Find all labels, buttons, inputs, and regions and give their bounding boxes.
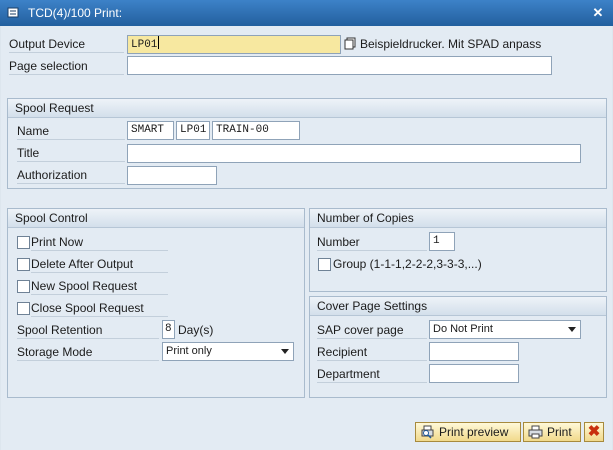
spool-control-group: Spool Control Print Now Delete After Out… — [7, 208, 305, 398]
print-label: Print — [547, 425, 572, 439]
authorization-label: Authorization — [17, 167, 125, 184]
number-label: Number — [317, 234, 427, 251]
department-field[interactable] — [429, 364, 519, 383]
print-button[interactable]: Print — [523, 422, 581, 442]
new-spool-request-label: New Spool Request — [31, 278, 168, 295]
print-preview-button[interactable]: Print preview — [415, 422, 521, 442]
sap-cover-page-dropdown[interactable]: Do Not Print — [429, 320, 581, 339]
copies-heading: Number of Copies — [310, 209, 606, 228]
spool-request-group: Spool Request Name SMART LP01 TRAIN-00 T… — [7, 98, 607, 189]
spool-name-label: Name — [17, 123, 125, 140]
output-device-label: Output Device — [9, 36, 124, 53]
recipient-field[interactable] — [429, 342, 519, 361]
dialog-body: Output Device LP01 Beispieldrucker. Mit … — [1, 26, 612, 450]
copies-group: Number of Copies Number 1 Group (1-1-1,2… — [309, 208, 607, 292]
spool-retention-label: Spool Retention — [17, 322, 159, 339]
printer-icon — [528, 425, 543, 439]
cover-page-group: Cover Page Settings SAP cover page Do No… — [309, 296, 607, 398]
page-selection-field[interactable] — [127, 56, 552, 75]
print-preview-label: Print preview — [439, 425, 509, 439]
print-dialog-icon — [7, 7, 19, 18]
spool-name-part-3[interactable]: TRAIN-00 — [212, 121, 300, 140]
close-spool-request-label: Close Spool Request — [31, 300, 168, 317]
cancel-icon[interactable]: ✖ — [584, 422, 604, 442]
group-copies-label: Group (1-1-1,2-2-2,3-3-3,...) — [333, 257, 482, 271]
close-icon[interactable]: ✕ — [589, 4, 607, 22]
spool-request-heading: Spool Request — [8, 99, 606, 118]
recipient-label: Recipient — [317, 344, 427, 361]
page-selection-label: Page selection — [9, 58, 124, 75]
print-now-label: Print Now — [31, 234, 168, 251]
print-now-checkbox[interactable] — [17, 236, 30, 249]
retention-unit: Day(s) — [178, 323, 214, 337]
cover-page-heading: Cover Page Settings — [310, 297, 606, 316]
device-help-icon[interactable] — [344, 37, 357, 50]
delete-after-output-checkbox[interactable] — [17, 258, 30, 271]
spool-retention-field[interactable]: 8 — [162, 320, 175, 339]
delete-after-output-label: Delete After Output — [31, 256, 168, 273]
title-bar: TCD(4)/100 Print: ✕ — [0, 0, 613, 26]
chevron-down-icon — [568, 327, 576, 332]
spool-title-field[interactable] — [127, 144, 581, 163]
sap-cover-page-label: SAP cover page — [317, 322, 427, 339]
storage-mode-dropdown[interactable]: Print only — [162, 342, 294, 361]
window-title: TCD(4)/100 Print: — [28, 6, 123, 20]
spool-name-part-1[interactable]: SMART — [127, 121, 174, 140]
storage-mode-label: Storage Mode — [17, 344, 159, 361]
spool-name-part-2[interactable]: LP01 — [176, 121, 210, 140]
output-device-description: Beispieldrucker. Mit SPAD anpass — [360, 37, 542, 51]
chevron-down-icon — [281, 349, 289, 354]
department-label: Department — [317, 366, 427, 383]
print-preview-icon — [421, 425, 434, 439]
spool-title-label: Title — [17, 145, 125, 162]
spool-control-heading: Spool Control — [8, 209, 304, 228]
authorization-field[interactable] — [127, 166, 217, 185]
number-of-copies-field[interactable]: 1 — [429, 232, 455, 251]
group-copies-checkbox[interactable] — [318, 258, 331, 271]
output-device-field[interactable]: LP01 — [127, 35, 341, 54]
close-spool-request-checkbox[interactable] — [17, 302, 30, 315]
new-spool-request-checkbox[interactable] — [17, 280, 30, 293]
